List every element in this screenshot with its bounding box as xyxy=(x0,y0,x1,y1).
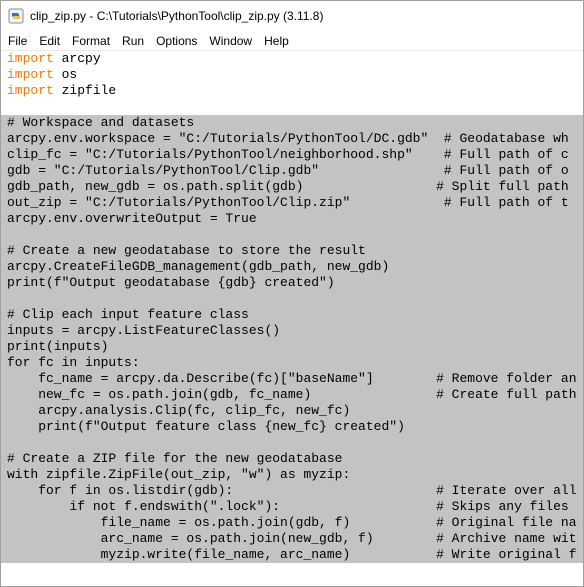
selected-code-line: clip_fc = "C:/Tutorials/PythonTool/neigh… xyxy=(1,147,583,163)
selected-code-line: gdb_path, new_gdb = os.path.split(gdb) #… xyxy=(1,179,583,195)
selected-code-line xyxy=(1,227,583,243)
module-name: arcpy xyxy=(53,51,101,66)
selected-code-line xyxy=(1,291,583,307)
selected-code-line: out_zip = "C:/Tutorials/PythonTool/Clip.… xyxy=(1,195,583,211)
selected-code-line: with zipfile.ZipFile(out_zip, "w") as my… xyxy=(1,467,583,483)
module-name: zipfile xyxy=(53,83,117,98)
code-line: import arcpy xyxy=(1,51,583,67)
menu-bar: File Edit Format Run Options Window Help xyxy=(1,31,583,51)
selected-code-line: arcpy.analysis.Clip(fc, clip_fc, new_fc) xyxy=(1,403,583,419)
menu-help[interactable]: Help xyxy=(257,34,294,48)
keyword: import xyxy=(7,83,54,98)
selected-code-line: arcpy.CreateFileGDB_management(gdb_path,… xyxy=(1,259,583,275)
keyword: import xyxy=(7,51,54,66)
selected-code-line: for fc in inputs: xyxy=(1,355,583,371)
selected-code-line: print(inputs) xyxy=(1,339,583,355)
menu-file[interactable]: File xyxy=(1,34,32,48)
selected-code-line: arc_name = os.path.join(new_gdb, f) # Ar… xyxy=(1,531,583,547)
selected-code-line: # Create a new geodatabase to store the … xyxy=(1,243,583,259)
idle-editor-window: clip_zip.py - C:\Tutorials\PythonTool\cl… xyxy=(0,0,584,587)
keyword: import xyxy=(7,67,54,82)
python-idle-icon xyxy=(8,8,24,24)
selected-code-line: fc_name = arcpy.da.Describe(fc)["baseNam… xyxy=(1,371,583,387)
selected-code-line: gdb = "C:/Tutorials/PythonTool/Clip.gdb"… xyxy=(1,163,583,179)
menu-format[interactable]: Format xyxy=(65,34,115,48)
selected-code-line: print(f"Output geodatabase {gdb} created… xyxy=(1,275,583,291)
selected-code-line: print(f"Output feature class {new_fc} cr… xyxy=(1,419,583,435)
menu-run[interactable]: Run xyxy=(115,34,149,48)
selected-code-line: # Create a ZIP file for the new geodatab… xyxy=(1,451,583,467)
selected-code-line: if not f.endswith(".lock"): # Skips any … xyxy=(1,499,583,515)
module-name: os xyxy=(53,67,78,82)
menu-window[interactable]: Window xyxy=(202,34,257,48)
selected-code-line: new_fc = os.path.join(gdb, fc_name) # Cr… xyxy=(1,387,583,403)
menu-options[interactable]: Options xyxy=(149,34,202,48)
selected-code-line: myzip.write(file_name, arc_name) # Write… xyxy=(1,547,583,563)
code-editor[interactable]: import arcpy import os import zipfile # Wo… xyxy=(1,51,583,586)
title-bar[interactable]: clip_zip.py - C:\Tutorials\PythonTool\cl… xyxy=(1,1,583,31)
selected-code-line: # Clip each input feature class xyxy=(1,307,583,323)
selected-code-line xyxy=(1,435,583,451)
selected-code-line: inputs = arcpy.ListFeatureClasses() xyxy=(1,323,583,339)
code-text[interactable]: import arcpy import os import zipfile # Wo… xyxy=(1,51,583,563)
blank-line xyxy=(1,99,583,115)
selected-code-line: file_name = os.path.join(gdb, f) # Origi… xyxy=(1,515,583,531)
selected-code-line: for f in os.listdir(gdb): # Iterate over… xyxy=(1,483,583,499)
code-line: import zipfile xyxy=(1,83,583,99)
menu-edit[interactable]: Edit xyxy=(32,34,65,48)
window-title: clip_zip.py - C:\Tutorials\PythonTool\cl… xyxy=(30,9,324,23)
selected-code-line: arcpy.env.workspace = "C:/Tutorials/Pyth… xyxy=(1,131,583,147)
selected-code-line: arcpy.env.overwriteOutput = True xyxy=(1,211,583,227)
code-line: import os xyxy=(1,67,583,83)
selected-code-line: # Workspace and datasets xyxy=(1,115,583,131)
